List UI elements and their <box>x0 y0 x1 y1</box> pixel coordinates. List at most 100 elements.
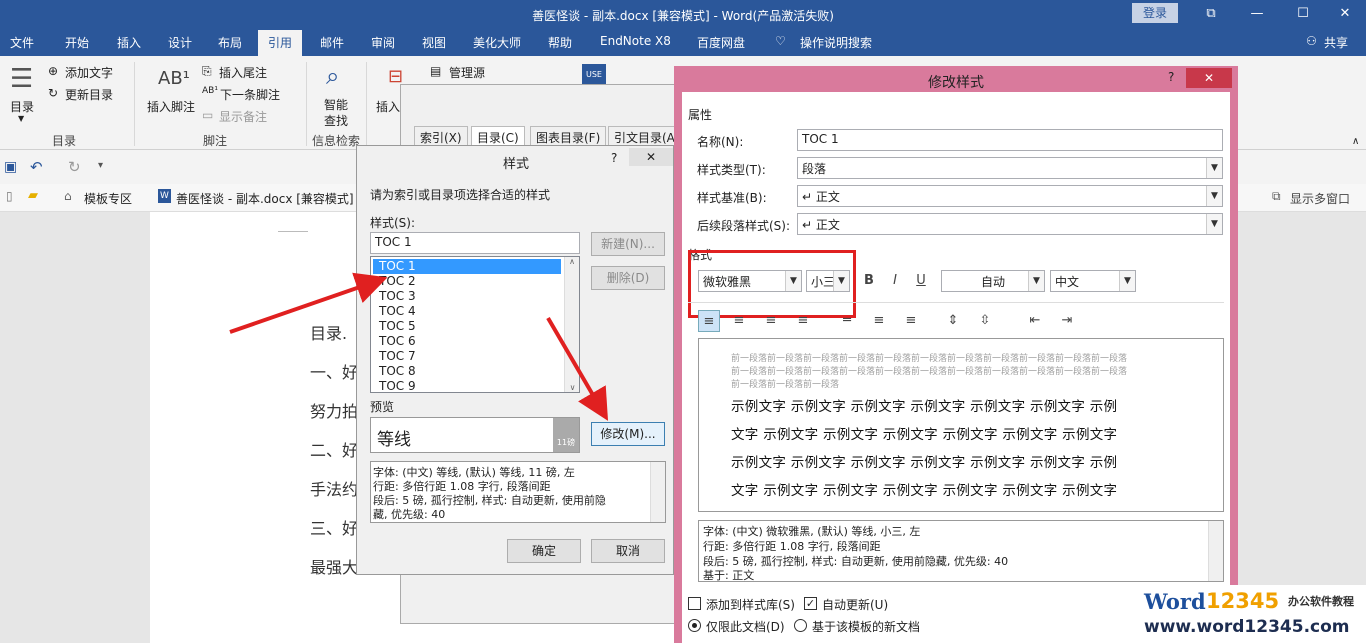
list-item[interactable]: TOC 7 <box>373 349 561 364</box>
list-item[interactable]: TOC 6 <box>373 334 561 349</box>
desc-scrollbar[interactable] <box>1208 521 1223 581</box>
smart-lookup-button-1[interactable]: 智能 <box>324 96 348 113</box>
tab-insert[interactable]: 插入 <box>117 34 141 51</box>
scroll-down-icon[interactable]: ∨ <box>565 383 580 392</box>
space-after-icon[interactable]: ⇳ <box>974 310 996 332</box>
ok-button[interactable]: 确定 <box>507 539 581 563</box>
style-listbox[interactable]: TOC 1 TOC 2 TOC 3 TOC 4 TOC 5 TOC 6 TOC … <box>370 256 580 393</box>
style-name-input[interactable]: TOC 1 <box>370 232 580 254</box>
brand-url: www.word12345.com <box>1144 617 1350 637</box>
line-spacing-single-icon[interactable]: ═ <box>836 310 858 332</box>
insert-endnote-button[interactable]: 插入尾注 <box>219 64 267 81</box>
style-type-select[interactable]: 段落 ▼ <box>797 157 1223 179</box>
new-docs-radio[interactable] <box>794 619 807 632</box>
list-item[interactable]: TOC 4 <box>373 304 561 319</box>
multi-window-button[interactable]: 显示多窗口 <box>1290 190 1350 207</box>
folder-icon[interactable]: ▰ <box>28 188 38 203</box>
based-on-select[interactable]: ↵ 正文 ▼ <box>797 185 1223 207</box>
next-style-label: 后续段落样式(S): <box>697 219 791 233</box>
bold-button[interactable]: B <box>858 270 880 292</box>
underline-button[interactable]: U <box>910 270 932 292</box>
close-icon[interactable]: ✕ <box>629 148 673 166</box>
modify-button[interactable]: 修改(M)... <box>591 422 665 446</box>
share-button[interactable]: 共享 <box>1324 34 1348 51</box>
align-center-icon[interactable]: ≡ <box>728 310 750 332</box>
close-icon[interactable]: ✕ <box>1186 68 1232 88</box>
next-style-select[interactable]: ↵ 正文 ▼ <box>797 213 1223 235</box>
ribbon-display-icon[interactable]: ⧉ <box>1188 0 1234 30</box>
cancel-button[interactable]: 取消 <box>591 539 665 563</box>
tab-view[interactable]: 视图 <box>422 34 446 51</box>
help-icon[interactable]: ? <box>611 151 617 165</box>
add-to-gallery-checkbox[interactable] <box>688 597 701 610</box>
only-this-doc-label: 仅限此文档(D) <box>706 620 785 634</box>
maximize-icon[interactable]: ☐ <box>1280 0 1326 30</box>
italic-button[interactable]: I <box>884 270 906 292</box>
document-tab[interactable]: 善医怪谈 - 副本.docx [兼容模式] <box>176 190 354 207</box>
collapse-ribbon-icon[interactable]: ∧ <box>1352 136 1359 147</box>
list-item[interactable]: TOC 8 <box>373 364 561 379</box>
tab-beautify[interactable]: 美化大师 <box>473 34 521 51</box>
align-right-icon[interactable]: ≡ <box>760 310 782 332</box>
only-this-doc-radio[interactable] <box>688 619 701 632</box>
login-button[interactable]: 登录 <box>1132 3 1178 23</box>
next-footnote-button[interactable]: 下一条脚注 <box>220 86 280 103</box>
increase-indent-icon[interactable]: ⇥ <box>1056 310 1078 332</box>
toc-button[interactable]: 目录 <box>10 98 34 115</box>
list-item[interactable]: TOC 2 <box>373 274 561 289</box>
add-text-icon: ⊕ <box>48 64 59 78</box>
sample-preview: 前一段落前一段落前一段落前一段落前一段落前一段落前一段落前一段落前一段落前一段落… <box>698 338 1224 512</box>
tell-me-search[interactable]: 操作说明搜索 <box>800 34 872 51</box>
undo-icon[interactable]: ↶ <box>30 158 43 176</box>
list-item[interactable]: TOC 9 <box>373 379 561 392</box>
tab-review[interactable]: 审阅 <box>371 34 395 51</box>
close-icon[interactable]: ✕ <box>1322 0 1366 30</box>
tab-baidu[interactable]: 百度网盘 <box>697 34 745 51</box>
customize-icon[interactable]: ▾ <box>98 160 103 171</box>
auto-update-checkbox[interactable]: ✓ <box>804 597 817 610</box>
tab-home[interactable]: 开始 <box>65 34 89 51</box>
color-select[interactable]: 自动 ▼ <box>941 270 1045 292</box>
new-style-button[interactable]: 新建(N)... <box>591 232 665 256</box>
tab-file[interactable]: 文件 <box>10 34 34 51</box>
tab-layout[interactable]: 布局 <box>218 34 242 51</box>
modify-dialog-body: 属性 名称(N): TOC 1 样式类型(T): 段落 ▼ 样式基准(B): ↵ … <box>682 92 1230 643</box>
add-text-button[interactable]: 添加文字 <box>65 64 113 81</box>
brand-word: Word <box>1144 589 1206 614</box>
redo-icon[interactable]: ↻ <box>68 158 81 176</box>
list-item[interactable]: TOC 3 <box>373 289 561 304</box>
tab-toc[interactable]: 目录(C) <box>471 126 525 146</box>
save-icon[interactable]: ▣ <box>4 159 17 175</box>
tab-design[interactable]: 设计 <box>168 34 192 51</box>
tab-mailings[interactable]: 邮件 <box>320 34 344 51</box>
tab-help[interactable]: 帮助 <box>548 34 572 51</box>
tab-endnote[interactable]: EndNote X8 <box>600 34 671 48</box>
space-before-icon[interactable]: ⇕ <box>942 310 964 332</box>
justify-icon[interactable]: ≡ <box>792 310 814 332</box>
update-toc-button[interactable]: 更新目录 <box>65 86 113 103</box>
insert-citation-button[interactable]: 插入 <box>376 98 400 115</box>
decrease-indent-icon[interactable]: ⇤ <box>1024 310 1046 332</box>
line-spacing-double-icon[interactable]: ≡ <box>900 310 922 332</box>
minimize-icon[interactable]: — <box>1234 0 1280 30</box>
new-doc-icon[interactable]: ▯ <box>6 189 13 203</box>
tab-references[interactable]: 引用 <box>258 30 303 56</box>
list-item[interactable]: TOC 1 <box>373 259 561 274</box>
templates-tab[interactable]: 模板专区 <box>84 190 132 207</box>
help-icon[interactable]: ? <box>1168 70 1174 84</box>
tab-figures[interactable]: 图表目录(F) <box>530 126 607 146</box>
script-select[interactable]: 中文 ▼ <box>1050 270 1136 292</box>
insert-footnote-button[interactable]: 插入脚注 <box>147 98 195 115</box>
name-input[interactable]: TOC 1 <box>797 129 1223 151</box>
delete-style-button[interactable]: 删除(D) <box>591 266 665 290</box>
line-spacing-medium-icon[interactable]: ≡ <box>868 310 890 332</box>
desc-scrollbar[interactable] <box>650 462 665 522</box>
align-left-icon[interactable]: ≡ <box>698 310 720 332</box>
modify-style-dialog: 修改样式 ? ✕ 属性 名称(N): TOC 1 样式类型(T): 段落 ▼ 样式… <box>674 66 1238 643</box>
list-item[interactable]: TOC 5 <box>373 319 561 334</box>
tab-index[interactable]: 索引(X) <box>414 126 468 146</box>
smart-lookup-button-2[interactable]: 查找 <box>324 112 348 129</box>
list-scrollbar[interactable]: ∧ ∨ <box>564 257 579 392</box>
manage-source-button[interactable]: 管理源 <box>449 64 485 81</box>
scroll-up-icon[interactable]: ∧ <box>565 257 579 266</box>
